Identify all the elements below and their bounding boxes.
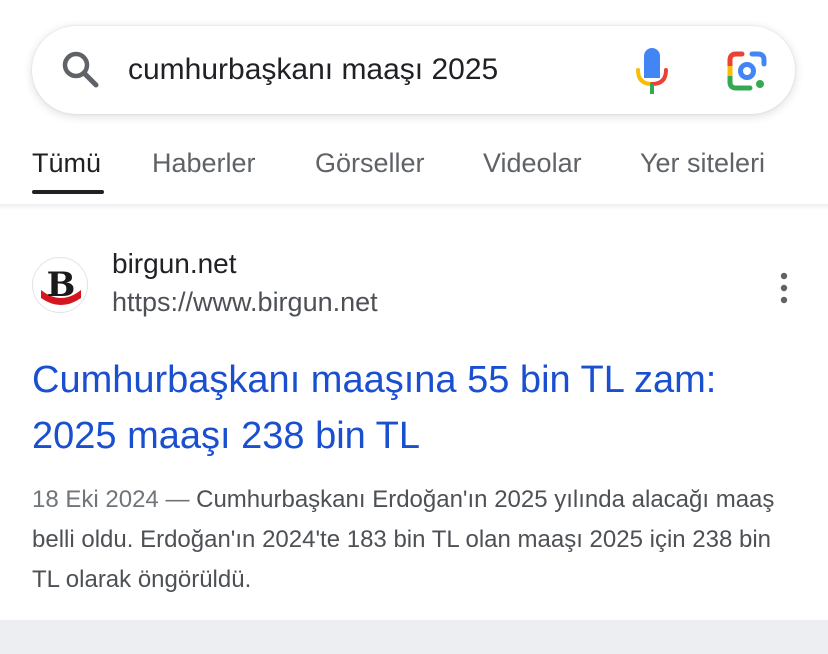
favicon-letter: B [47,265,76,305]
search-results-page: Tümü Haberler Görseller Videolar Yer sit… [0,0,828,654]
tab-images[interactable]: Görseller [315,148,425,179]
tab-all[interactable]: Tümü [32,148,101,179]
result-title-link[interactable]: Cumhurbaşkanı maaşına 55 bin TL zam: 202… [32,352,792,464]
search-bar[interactable] [32,26,795,114]
active-tab-indicator [32,190,104,194]
tab-videos[interactable]: Videolar [483,148,582,179]
site-favicon[interactable]: B [32,257,88,313]
google-lens-icon[interactable] [726,50,768,92]
tab-sites[interactable]: Yer siteleri [640,148,765,179]
search-icon[interactable] [59,48,103,92]
tabs-divider [0,204,828,210]
search-input[interactable] [128,46,598,94]
tab-news[interactable]: Haberler [152,148,256,179]
site-name[interactable]: birgun.net [112,248,237,280]
birgun-logo-icon: B [41,265,81,305]
mic-icon[interactable] [632,46,672,98]
results-divider [0,620,828,654]
date-separator: — [165,486,190,513]
result-snippet: 18 Eki 2024 — Cumhurbaşkanı Erdoğan'ın 2… [32,480,802,600]
result-date: 18 Eki 2024 [32,486,159,513]
search-tabs: Tümü Haberler Görseller Videolar Yer sit… [0,138,828,198]
site-url[interactable]: https://www.birgun.net [112,287,378,318]
more-vert-icon[interactable] [768,270,800,306]
